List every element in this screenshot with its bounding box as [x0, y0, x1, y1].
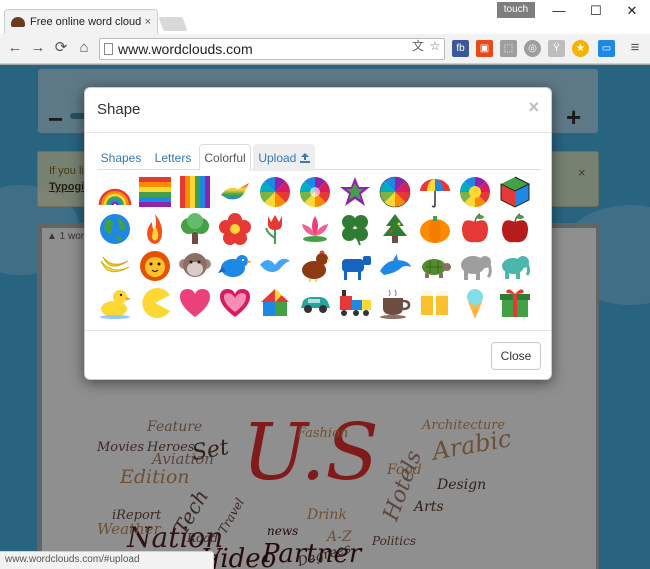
touch-badge: touch [497, 2, 535, 18]
turtle-icon[interactable] [418, 249, 452, 283]
maximize-button[interactable]: ☐ [578, 0, 614, 22]
color-wheel-2-icon[interactable] [298, 175, 332, 209]
tab-upload-label: Upload [258, 151, 297, 165]
page-icon [104, 43, 113, 55]
close-button[interactable]: Close [491, 342, 541, 370]
cast-extension-icon[interactable]: ▭ [598, 40, 615, 57]
tree-icon[interactable] [178, 212, 212, 246]
status-bar-url: www.wordclouds.com/#upload [0, 551, 214, 569]
lion-icon[interactable] [138, 249, 172, 283]
heart-with-stroke-icon[interactable] [218, 286, 252, 320]
color-ball-icon[interactable] [378, 175, 412, 209]
coffee-cup-icon[interactable] [378, 286, 412, 320]
car-icon[interactable] [298, 286, 332, 320]
christmas-tree-icon[interactable] [378, 212, 412, 246]
color-cube-icon[interactable] [498, 175, 532, 209]
favicon-icon [11, 17, 25, 27]
bananas-icon[interactable] [98, 249, 132, 283]
pumpkin-icon[interactable] [418, 212, 452, 246]
tab-letters[interactable]: Letters [149, 144, 197, 171]
address-bar[interactable]: www.wordclouds.com [99, 38, 445, 60]
reload-icon[interactable]: ⟳ [52, 39, 70, 57]
train-icon[interactable] [338, 286, 372, 320]
fire-icon[interactable] [138, 212, 172, 246]
facebook-extension-icon[interactable]: fb [452, 40, 469, 57]
url-text: www.wordclouds.com [118, 41, 253, 57]
monkey-icon[interactable] [178, 249, 212, 283]
modal-close-icon[interactable]: × [528, 97, 539, 118]
earth-globe-icon[interactable] [98, 212, 132, 246]
new-tab-button[interactable] [158, 17, 188, 31]
pacman-icon[interactable] [138, 286, 172, 320]
shape-grid [98, 175, 538, 319]
star-extension-icon[interactable]: ★ [572, 40, 589, 57]
pink-heart-icon[interactable] [178, 286, 212, 320]
dolphin-icon[interactable] [378, 249, 412, 283]
blue-bird-icon[interactable] [218, 249, 252, 283]
beer-mugs-icon[interactable] [418, 286, 452, 320]
window-close-button[interactable]: ✕ [614, 0, 650, 22]
red-flower-icon[interactable] [218, 212, 252, 246]
tab-shapes[interactable]: Shapes [97, 144, 145, 171]
tab-title: Free online word cloud g [30, 16, 141, 28]
browser-tab[interactable]: Free online word cloud g × [4, 9, 158, 34]
bookmark-star-icon[interactable]: ☆ [427, 38, 443, 54]
four-leaf-clover-icon[interactable] [338, 212, 372, 246]
rainbow-star-icon[interactable] [338, 175, 372, 209]
browser-toolbar: ← → ⟳ ⌂ www.wordclouds.com 文 ☆ fb ▣ ⬚ ◎ … [0, 34, 650, 64]
modal-title: Shape [97, 101, 141, 118]
flying-bird-icon[interactable] [258, 249, 292, 283]
menu-icon[interactable]: ≡ [626, 39, 644, 57]
tool-extension-icon[interactable]: Ÿ [548, 40, 565, 57]
back-arrow-icon[interactable]: ← [6, 39, 24, 57]
home-icon[interactable]: ⌂ [75, 39, 93, 57]
color-wheel-1-icon[interactable] [258, 175, 292, 209]
shape-modal: Shape × Shapes Letters Colorful Upload C… [84, 87, 552, 380]
baby-elephant-icon[interactable] [498, 249, 532, 283]
rainbow-arc-icon[interactable] [98, 175, 132, 209]
gift-box-icon[interactable] [498, 286, 532, 320]
forward-arrow-icon[interactable]: → [29, 39, 47, 57]
modal-footer [85, 330, 551, 381]
compass-extension-icon[interactable]: ◎ [524, 40, 541, 57]
upload-icon [299, 153, 310, 163]
cow-icon[interactable] [338, 249, 372, 283]
tab-upload[interactable]: Upload [253, 144, 315, 171]
shape-tabs: Shapes Letters Colorful Upload [97, 144, 541, 171]
minimize-button[interactable]: — [541, 0, 577, 22]
ice-cream-icon[interactable] [458, 286, 492, 320]
office-extension-icon[interactable]: ▣ [476, 40, 493, 57]
rainbow-dove-icon[interactable] [218, 175, 252, 209]
red-apple-icon[interactable] [458, 212, 492, 246]
rubber-duck-icon[interactable] [98, 286, 132, 320]
lotus-icon[interactable] [298, 212, 332, 246]
extension-gray-icon[interactable]: ⬚ [500, 40, 517, 57]
rainbow-flag-horizontal-icon[interactable] [138, 175, 172, 209]
tab-close-icon[interactable]: × [145, 16, 151, 28]
color-swirl-icon[interactable] [458, 175, 492, 209]
translate-icon[interactable]: 文 [410, 38, 426, 54]
tab-colorful[interactable]: Colorful [199, 144, 251, 171]
hen-icon[interactable] [298, 249, 332, 283]
rainbow-umbrella-icon[interactable] [418, 175, 452, 209]
tangram-house-icon[interactable] [258, 286, 292, 320]
modal-header: Shape × [85, 88, 551, 133]
elephant-icon[interactable] [458, 249, 492, 283]
dark-apple-icon[interactable] [498, 212, 532, 246]
browser-titlebar: Free online word cloud g × touch — ☐ ✕ [0, 0, 650, 34]
tulip-icon[interactable] [258, 212, 292, 246]
rainbow-flag-vertical-icon[interactable] [178, 175, 212, 209]
